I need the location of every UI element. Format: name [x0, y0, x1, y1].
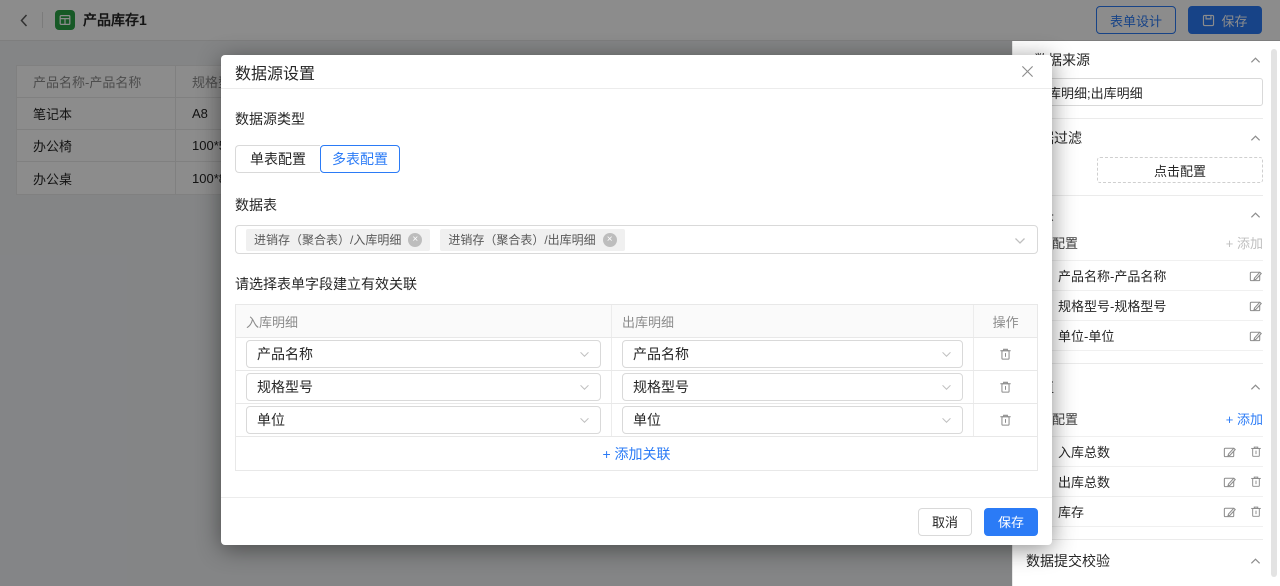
select-value: 产品名称 — [633, 344, 689, 364]
relation-row: 产品名称 产品名称 — [236, 338, 1037, 371]
relation-column-header: 入库明细 — [236, 305, 612, 337]
left-field-select[interactable]: 产品名称 — [246, 340, 601, 368]
add-value-link[interactable]: + 添加 — [1226, 409, 1263, 428]
right-field-select[interactable]: 单位 — [622, 406, 963, 434]
relation-row: 单位 单位 — [236, 404, 1037, 437]
section-table-header: 表头 表头配置 + 添加 产品名称-产品名称 规格型号-规格型号 — [1026, 196, 1263, 364]
selected-table-tag: 进销存（聚合表）/出库明细 × — [440, 229, 624, 251]
close-icon[interactable] — [1017, 61, 1038, 82]
relation-column-header: 出库明细 — [612, 305, 974, 337]
item-label: 产品名称-产品名称 — [1058, 266, 1166, 285]
cancel-button[interactable]: 取消 — [918, 508, 972, 536]
tag-label: 进销存（聚合表）/出库明细 — [448, 231, 595, 248]
delete-icon[interactable] — [1249, 444, 1263, 459]
left-field-select[interactable]: 单位 — [246, 406, 601, 434]
collapse-chevron-icon[interactable] — [1248, 555, 1263, 567]
section-title-submit-validation: 数据提交校验 — [1026, 551, 1110, 571]
right-field-select[interactable]: 产品名称 — [622, 340, 963, 368]
tag-remove-icon[interactable]: × — [603, 233, 617, 247]
edit-icon[interactable] — [1248, 328, 1263, 343]
edit-icon[interactable] — [1248, 268, 1263, 283]
collapse-chevron-icon[interactable] — [1248, 54, 1263, 66]
right-field-select[interactable]: 规格型号 — [622, 373, 963, 401]
modal-save-button[interactable]: 保存 — [984, 508, 1038, 536]
selected-table-tag: 进销存（聚合表）/入库明细 × — [246, 229, 430, 251]
tab-single-table[interactable]: 单表配置 — [235, 145, 320, 173]
delete-icon[interactable] — [1249, 474, 1263, 489]
item-label: 规格型号-规格型号 — [1058, 296, 1166, 315]
value-field-item: 入库总数 — [1026, 437, 1263, 467]
datatable-multiselect[interactable]: 进销存（聚合表）/入库明细 × 进销存（聚合表）/出库明细 × — [235, 225, 1038, 254]
click-configure-button[interactable]: 点击配置 — [1097, 157, 1263, 183]
tag-label: 进销存（聚合表）/入库明细 — [254, 231, 401, 248]
collapse-chevron-icon[interactable] — [1248, 381, 1263, 393]
data-source-value-field[interactable]: 入库明细;出库明细 — [1026, 78, 1263, 106]
modal-mask — [0, 0, 1280, 41]
data-source-settings-modal: 数据源设置 数据源类型 单表配置 多表配置 数据表 进销存（聚合表）/入库明细 … — [221, 55, 1052, 545]
select-value: 单位 — [633, 410, 661, 430]
relation-footer-row: + 添加关联 — [236, 437, 1037, 470]
tag-remove-icon[interactable]: × — [408, 233, 422, 247]
add-header-link: + 添加 — [1226, 233, 1263, 252]
section-data-source: * 数据来源 入库明细;出库明细 — [1026, 41, 1263, 119]
source-type-label: 数据源类型 — [235, 109, 1038, 129]
select-value: 规格型号 — [633, 377, 689, 397]
add-validation-link[interactable]: + 添加 — [1226, 583, 1263, 586]
source-type-tabs: 单表配置 多表配置 — [235, 145, 1038, 173]
header-field-item: 产品名称-产品名称 — [1026, 261, 1263, 291]
edit-icon[interactable] — [1222, 504, 1237, 519]
item-label: 库存 — [1058, 502, 1084, 521]
datatable-label: 数据表 — [235, 195, 1038, 215]
item-label: 出库总数 — [1058, 472, 1110, 491]
chevron-down-icon — [579, 417, 590, 424]
relation-row: 规格型号 规格型号 — [236, 371, 1037, 404]
delete-relation-icon[interactable] — [998, 379, 1013, 395]
chevron-down-icon — [941, 417, 952, 424]
relation-column-header: 操作 — [974, 305, 1037, 337]
edit-icon[interactable] — [1222, 444, 1237, 459]
delete-relation-icon[interactable] — [998, 346, 1013, 362]
collapse-chevron-icon[interactable] — [1248, 209, 1263, 221]
tab-multi-table[interactable]: 多表配置 — [320, 145, 400, 173]
left-field-select[interactable]: 规格型号 — [246, 373, 601, 401]
modal-header: 数据源设置 — [221, 55, 1052, 89]
item-label: 单位-单位 — [1058, 326, 1114, 345]
value-field-item: 库存 — [1026, 497, 1263, 527]
item-label: 入库总数 — [1058, 442, 1110, 461]
header-field-item: 单位-单位 — [1026, 321, 1263, 351]
select-value: 规格型号 — [257, 377, 313, 397]
header-field-item: 规格型号-规格型号 — [1026, 291, 1263, 321]
delete-relation-icon[interactable] — [998, 412, 1013, 428]
relation-table: 入库明细 出库明细 操作 产品名称 产品名称 — [235, 304, 1038, 471]
edit-icon[interactable] — [1222, 474, 1237, 489]
chevron-down-icon — [1014, 237, 1026, 245]
chevron-down-icon — [941, 384, 952, 391]
select-value: 产品名称 — [257, 344, 313, 364]
sidebar-scrollbar-thumb[interactable] — [1271, 49, 1277, 577]
collapse-chevron-icon[interactable] — [1248, 132, 1263, 144]
add-relation-link[interactable]: + 添加关联 — [602, 444, 670, 464]
chevron-down-icon — [579, 384, 590, 391]
relation-header-row: 入库明细 出库明细 操作 — [236, 305, 1037, 338]
section-submit-validation: 数据提交校验 数据提交校验配置 + 添加 — [1026, 540, 1263, 586]
value-field-item: 出库总数 — [1026, 467, 1263, 497]
chevron-down-icon — [941, 351, 952, 358]
modal-footer: 取消 保存 — [221, 497, 1052, 545]
select-value: 单位 — [257, 410, 285, 430]
edit-icon[interactable] — [1248, 298, 1263, 313]
config-sidebar: * 数据来源 入库明细;出库明细 数据过滤 过滤 点击配置 表头 表头配置 — [1012, 41, 1280, 586]
delete-icon[interactable] — [1249, 504, 1263, 519]
section-values: 数值 数值配置 + 添加 入库总数 出库 — [1026, 364, 1263, 540]
modal-title: 数据源设置 — [235, 60, 315, 84]
section-data-filter: 数据过滤 过滤 点击配置 — [1026, 119, 1263, 196]
relation-hint-label: 请选择表单字段建立有效关联 — [235, 274, 1038, 294]
validation-config-label: 数据提交校验配置 — [1026, 583, 1130, 586]
chevron-down-icon — [579, 351, 590, 358]
